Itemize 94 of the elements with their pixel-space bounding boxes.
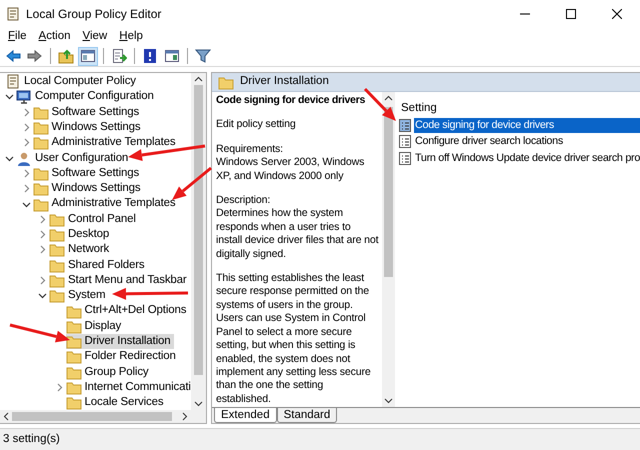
- folder-icon: [66, 334, 82, 350]
- collapse-icon[interactable]: [5, 92, 14, 102]
- folder-icon: [32, 104, 48, 120]
- header-title: Driver Installation: [240, 74, 329, 90]
- expand-icon[interactable]: [38, 214, 47, 224]
- setting-row[interactable]: Configure driver search locations: [414, 134, 640, 150]
- folder-icon: [49, 227, 65, 242]
- expand-icon[interactable]: [38, 276, 47, 285]
- setting-icon: [399, 135, 411, 148]
- tree-item[interactable]: Shared Folders: [49, 258, 148, 273]
- scrollbar-thumb[interactable]: [12, 412, 172, 421]
- collapse-icon[interactable]: [5, 154, 14, 163]
- menu-item[interactable]: File: [2, 28, 33, 46]
- folder-icon: [32, 196, 48, 212]
- expand-icon[interactable]: [22, 123, 30, 132]
- tree-item[interactable]: Control Panel: [49, 212, 139, 227]
- tree-item[interactable]: Software Settings: [32, 166, 142, 181]
- folder-icon: [32, 166, 48, 181]
- policy-link[interactable]: policy setting: [236, 118, 296, 130]
- tree-item[interactable]: Start Menu and Taskbar: [49, 273, 190, 288]
- tab[interactable]: Extended: [214, 408, 277, 423]
- folder-icon: [66, 380, 82, 396]
- tree-item[interactable]: System: [49, 288, 108, 304]
- setting-row[interactable]: Turn off Windows Update device driver search pro: [414, 150, 640, 166]
- close-icon[interactable]: [612, 9, 622, 19]
- folder-icon: [32, 181, 48, 196]
- description-text: Determines how the system responds when a user tries to install device driver files that are not digitally signed.: [216, 207, 379, 262]
- tree-item[interactable]: Locale Services: [66, 395, 166, 410]
- folder-icon: [66, 304, 82, 319]
- annotation-arrow: [10, 324, 70, 342]
- folder-icon: [66, 364, 82, 380]
- tree-item[interactable]: Folder Redirection: [66, 349, 179, 364]
- menu-item[interactable]: Help: [113, 28, 149, 46]
- menu-item[interactable]: Action: [32, 28, 77, 46]
- scroll-up-icon[interactable]: [384, 94, 393, 103]
- folder-icon: [32, 120, 48, 136]
- edit-line: Edit policy setting: [216, 118, 297, 132]
- setting-icon: [399, 118, 411, 132]
- tree-item[interactable]: Group Policy: [66, 364, 152, 380]
- user-icon: [16, 150, 32, 166]
- folder-icon: [32, 135, 48, 150]
- status-text: 3 setting(s): [0, 428, 640, 450]
- scrollbar[interactable]: [191, 73, 206, 410]
- tree-item[interactable]: Windows Settings: [32, 181, 144, 196]
- folder-icon: [49, 258, 65, 273]
- collapse-icon[interactable]: [38, 291, 47, 300]
- tree-item[interactable]: Local Computer Policy: [5, 74, 139, 90]
- annotation-arrow: [364, 88, 396, 121]
- policy-icon: [5, 74, 21, 90]
- column-header[interactable]: Setting: [399, 100, 640, 117]
- tree-item[interactable]: Network: [49, 242, 112, 258]
- tree-item[interactable]: Windows Settings: [32, 120, 144, 136]
- menu-item[interactable]: View: [76, 28, 114, 46]
- requirements-text: Windows Server 2003, Windows XP, and Windows 2000 only: [216, 156, 366, 184]
- scrollbar[interactable]: [382, 92, 395, 407]
- tree-item[interactable]: Administrative Templates: [32, 196, 179, 212]
- computer-icon: [16, 89, 32, 104]
- tree-item[interactable]: Computer Configuration: [16, 89, 157, 104]
- expand-icon[interactable]: [38, 245, 47, 254]
- folder-icon: [49, 273, 65, 288]
- folder-icon: [218, 74, 234, 90]
- expand-icon[interactable]: [22, 168, 30, 178]
- folder-icon: [49, 288, 65, 304]
- requirements-label: Requirements:: [216, 142, 284, 156]
- tree-item[interactable]: Software Settings: [32, 104, 142, 120]
- expand-icon[interactable]: [38, 230, 47, 240]
- tree-item[interactable]: Display: [66, 318, 124, 334]
- details-text: This setting establishes the least secure response permitted on the systems of users in the group. Users can use System in Control Panel to select a more secure setting, but when this setting is enabled, the system does not implement any setting less secure than the one the setting established.: [216, 272, 372, 406]
- expand-icon[interactable]: [22, 108, 30, 117]
- expand-icon[interactable]: [54, 383, 64, 392]
- policy-title: Code signing for device drivers: [216, 94, 366, 108]
- pane-button[interactable]: [78, 46, 98, 66]
- tree-item[interactable]: Desktop: [49, 227, 112, 242]
- description-label: Description:: [216, 194, 272, 208]
- policy-icon: [6, 7, 20, 21]
- scrollbar[interactable]: [0, 410, 206, 423]
- folder-icon: [49, 212, 65, 227]
- tree-item[interactable]: Internet Communicati: [66, 380, 191, 396]
- window-title: Local Group Policy Editor: [26, 6, 162, 23]
- folder-icon: [49, 242, 65, 258]
- setting-row[interactable]: Code signing for device drivers: [414, 118, 640, 133]
- scrollbar-thumb[interactable]: [194, 85, 203, 375]
- expand-icon[interactable]: [22, 184, 30, 194]
- tree-item[interactable]: Administrative Templates: [32, 135, 179, 150]
- tab[interactable]: Standard: [276, 408, 338, 423]
- tree-item[interactable]: Driver Installation: [66, 334, 174, 350]
- collapse-icon[interactable]: [22, 200, 30, 209]
- tree-item[interactable]: Ctrl+Alt+Del Options: [66, 304, 190, 319]
- setting-icon: [399, 152, 411, 165]
- maximize-icon[interactable]: [566, 9, 576, 19]
- filter-button[interactable]: [193, 46, 213, 66]
- expand-icon[interactable]: [22, 138, 30, 148]
- tree-item[interactable]: User Configuration: [16, 150, 132, 166]
- scrollbar-thumb[interactable]: [384, 107, 393, 277]
